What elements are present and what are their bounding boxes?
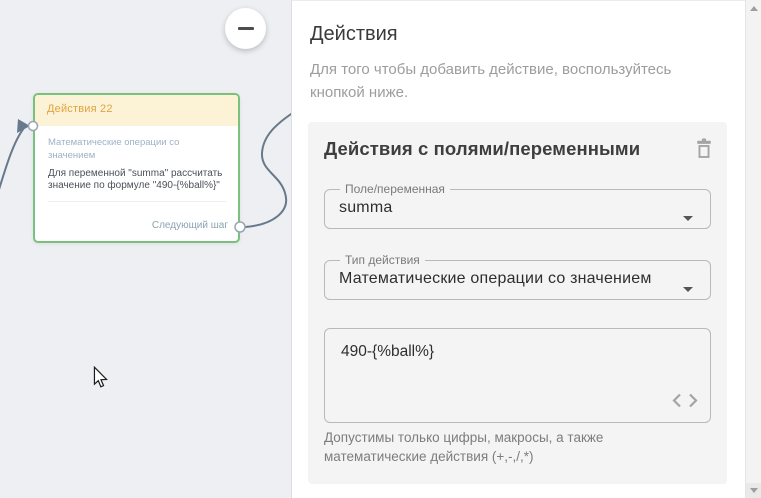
node-title: Действия 22 [47,103,113,115]
delete-action-button[interactable] [694,138,714,160]
action-type-select[interactable]: Тип действия Математические операции со … [324,254,711,300]
field-variable-value: summa [339,199,393,216]
code-brackets-icon [672,393,698,408]
connector-arrowhead-icon [17,119,30,133]
node-body: Математические операции со значением Для… [35,126,238,241]
node-description: Для переменной "summa" рассчитать значен… [48,167,223,192]
field-variable-select[interactable]: Поле/переменная summa [324,183,711,229]
formula-input[interactable]: 490-{%ball%} [324,328,711,423]
next-step-label[interactable]: Следующий шаг [152,220,228,231]
formula-helper-text: Допустимы только цифры, макросы, а также… [324,430,604,465]
minus-icon [237,27,254,30]
action-settings-card: Действия с полями/переменными Поле/перем… [308,122,727,484]
node-divider [48,200,226,202]
vertical-scrollbar[interactable] [745,0,761,498]
action-card-title: Действия с полями/переменными [324,138,641,159]
zoom-out-button[interactable] [225,8,266,49]
connector-layer [0,112,291,233]
app-window: Действия 22 Математические операции со з… [0,0,761,498]
panel-subtitle: Для того чтобы добавить действие, воспол… [310,61,672,101]
outgoing-connector-line [244,112,291,228]
incoming-connector-line [0,127,25,190]
action-type-label: Тип действия [345,253,420,267]
flow-canvas[interactable]: Действия 22 Математические операции со з… [0,0,291,498]
chevron-down-icon [683,216,693,221]
insert-macro-button[interactable] [672,392,698,412]
trash-icon [697,138,711,158]
field-variable-label: Поле/переменная [345,182,445,196]
panel-title: Действия [310,23,398,45]
scroll-up-button[interactable] [746,0,761,15]
arrow-down-icon [750,488,758,493]
action-type-value: Математические операции со значением [339,270,652,287]
chevron-down-icon [683,287,693,292]
settings-panel: Действия Для того чтобы добавить действи… [291,0,745,498]
node-header: Действия 22 [35,95,238,126]
flow-node-card[interactable]: Действия 22 Математические операции со з… [33,93,240,243]
formula-value: 490-{%ball%} [341,343,435,360]
arrow-up-icon [750,6,758,11]
mouse-cursor-icon [93,366,108,388]
node-action-type: Математические операции со значением [48,137,180,162]
scroll-down-button[interactable] [746,483,761,498]
